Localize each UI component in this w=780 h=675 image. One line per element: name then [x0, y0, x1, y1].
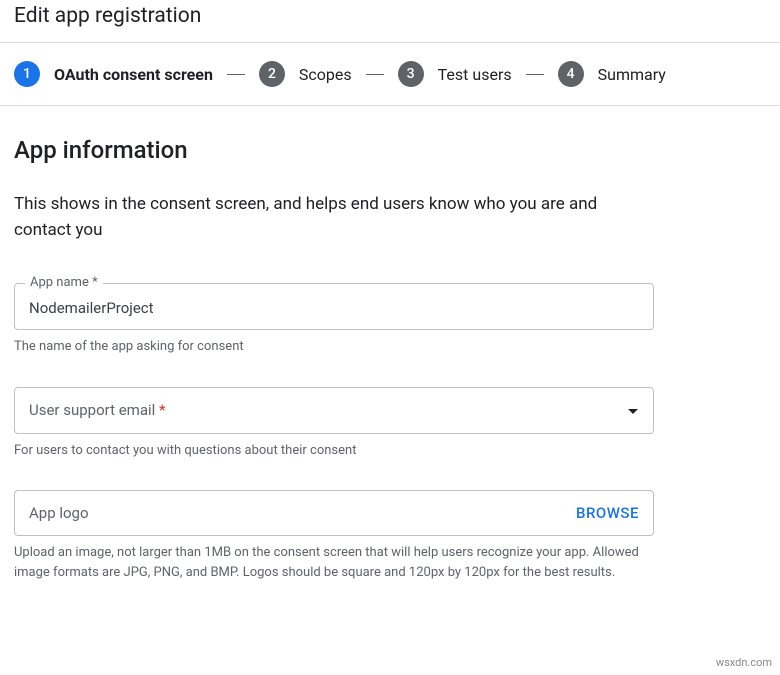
step-circle: 2: [259, 61, 285, 87]
step-connector: [227, 74, 245, 75]
step-circle: 4: [558, 61, 584, 87]
step-connector: [526, 74, 544, 75]
support-email-helper: For users to contact you with questions …: [14, 441, 644, 461]
app-name-label: App name *: [25, 275, 103, 290]
step-circle: 3: [398, 61, 424, 87]
app-logo-placeholder: App logo: [29, 504, 89, 522]
stepper: 1 OAuth consent screen 2 Scopes 3 Test u…: [0, 43, 780, 105]
support-email-group: User support email * For users to contac…: [14, 387, 654, 461]
app-name-helper: The name of the app asking for consent: [14, 337, 644, 357]
app-name-field[interactable]: App name *: [14, 283, 654, 330]
required-mark: *: [159, 401, 165, 419]
watermark: wsxdn.com: [716, 656, 772, 669]
browse-button[interactable]: BROWSE: [576, 504, 639, 522]
step-scopes[interactable]: 2 Scopes: [259, 61, 352, 87]
page-title: Edit app registration: [0, 0, 780, 42]
app-name-group: App name * The name of the app asking fo…: [14, 283, 654, 357]
step-connector: [366, 74, 384, 75]
app-logo-group: App logo BROWSE Upload an image, not lar…: [14, 490, 654, 582]
support-email-placeholder: User support email *: [29, 401, 165, 419]
step-label: Test users: [438, 65, 512, 84]
step-summary[interactable]: 4 Summary: [558, 61, 666, 87]
step-circle: 1: [14, 61, 40, 87]
support-email-select[interactable]: User support email *: [14, 387, 654, 434]
step-label: OAuth consent screen: [54, 65, 213, 84]
step-label: Scopes: [299, 65, 352, 84]
section-title: App information: [14, 136, 766, 164]
content-area: App information This shows in the consen…: [0, 106, 780, 642]
step-label: Summary: [598, 65, 666, 84]
app-logo-field[interactable]: App logo BROWSE: [14, 490, 654, 536]
step-test-users[interactable]: 3 Test users: [398, 61, 512, 87]
section-desc: This shows in the consent screen, and he…: [14, 192, 634, 243]
chevron-down-icon: [627, 401, 639, 420]
app-logo-helper: Upload an image, not larger than 1MB on …: [14, 543, 644, 582]
app-name-input[interactable]: [29, 299, 639, 317]
step-oauth-consent[interactable]: 1 OAuth consent screen: [14, 61, 213, 87]
support-email-text: User support email: [29, 401, 155, 419]
